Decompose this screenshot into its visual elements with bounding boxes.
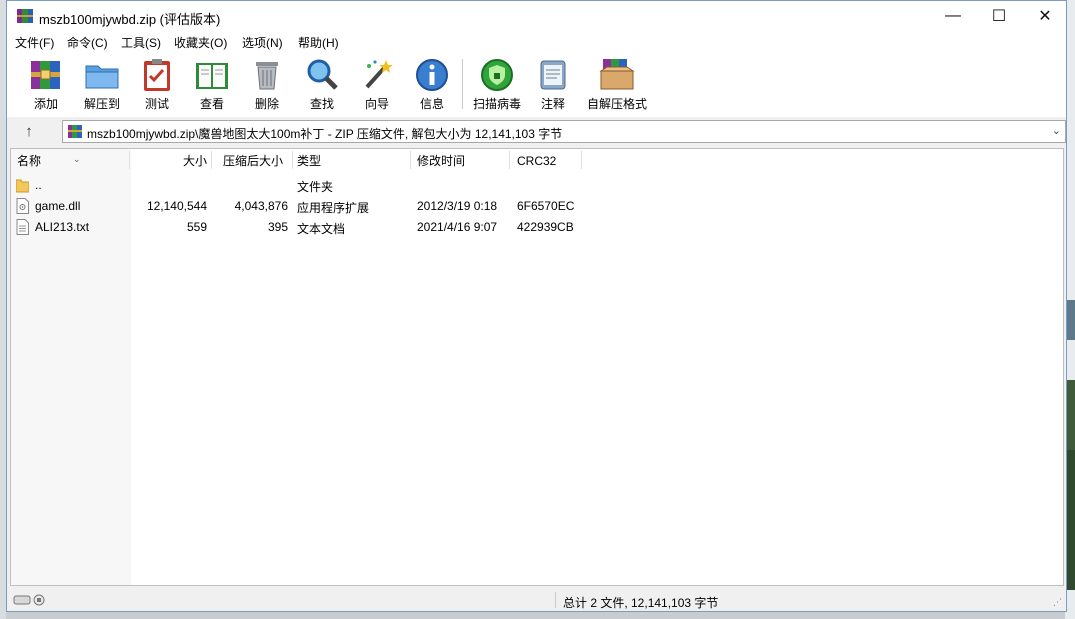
archive-icon	[68, 125, 82, 138]
file-type: 应用程序扩展	[297, 201, 370, 215]
winrar-app-icon	[17, 9, 33, 23]
file-row-parent[interactable]: .. 文件夹	[11, 175, 1063, 196]
file-type: 文本文档	[297, 222, 346, 236]
menu-bar: 文件(F) 命令(C) 工具(S) 收藏夹(O) 选项(N) 帮助(H)	[7, 31, 1066, 51]
address-path: mszb100mjywbd.zip\魔兽地图太大100m补丁 - ZIP 压缩文…	[87, 127, 563, 141]
header-separator[interactable]	[410, 151, 411, 169]
comment-label: 注释	[540, 97, 565, 111]
file-row-ali213-txt[interactable]: ALI213.txt 559 395 文本文档 2021/4/16 9:07 4…	[11, 217, 1063, 238]
file-crc: 6F6570EC	[517, 199, 575, 213]
close-button[interactable]: ✕	[1022, 1, 1068, 31]
test-button[interactable]: 测试	[131, 55, 183, 113]
info-icon	[416, 59, 448, 91]
add-button[interactable]: 添加	[20, 55, 72, 113]
find-magnifier-icon	[307, 59, 338, 90]
info-button[interactable]: 信息	[406, 55, 458, 113]
maximize-button[interactable]: ☐	[976, 1, 1022, 31]
column-header-type[interactable]: 类型	[297, 149, 407, 171]
file-packed-size: 4,043,876	[234, 199, 288, 213]
extract-to-button[interactable]: 解压到	[76, 55, 128, 113]
drive-status-icon	[13, 594, 45, 606]
sfx-button[interactable]: 自解压格式	[587, 55, 647, 113]
status-summary: 总计 2 文件, 12,141,103 字节	[563, 596, 719, 610]
toolbar-separator	[462, 59, 463, 109]
up-folder-button[interactable]: ↑	[17, 122, 41, 142]
comment-icon	[540, 60, 566, 90]
file-name: game.dll	[35, 199, 81, 213]
column-header-crc[interactable]: CRC32	[517, 149, 581, 171]
virus-scan-label: 扫描病毒	[472, 97, 521, 111]
wizard-wand-icon	[365, 60, 393, 89]
sfx-label: 自解压格式	[586, 97, 647, 111]
file-name: ALI213.txt	[35, 220, 90, 234]
address-dropdown-icon[interactable]: ⌄	[1052, 124, 1061, 137]
file-modified: 2012/3/19 0:18	[417, 199, 498, 213]
column-header-size[interactable]: 大小	[131, 149, 207, 171]
header-separator[interactable]	[211, 151, 212, 169]
file-type: 文件夹	[297, 180, 334, 194]
resize-grip-icon[interactable]: ⋰	[1053, 597, 1062, 608]
file-row-game-dll[interactable]: game.dll 12,140,544 4,043,876 应用程序扩展 201…	[11, 196, 1063, 217]
header-separator[interactable]	[292, 151, 293, 169]
status-bar: 总计 2 文件, 12,141,103 字节 ⋰	[7, 589, 1066, 611]
delete-trash-icon	[256, 62, 278, 90]
menu-file[interactable]: 文件(F)	[15, 34, 54, 51]
file-packed-size: 395	[267, 220, 288, 234]
window-title: mszb100mjywbd.zip (评估版本)	[39, 12, 221, 27]
status-separator	[555, 592, 556, 608]
address-bar: ↑ mszb100mjywbd.zip\魔兽地图太大100m补丁 - ZIP 压…	[7, 117, 1066, 147]
minimize-button[interactable]: —	[930, 1, 976, 31]
file-list: 名称 ⌄ 大小 压缩后大小 类型 修改时间 CRC32 .. 文件夹 game.…	[10, 148, 1064, 586]
file-modified: 2021/4/16 9:07	[417, 220, 498, 234]
menu-tools[interactable]: 工具(S)	[121, 34, 161, 51]
test-clipboard-icon	[144, 59, 170, 91]
column-header-packed[interactable]: 压缩后大小	[223, 149, 293, 171]
text-file-icon	[16, 219, 29, 235]
info-label: 信息	[419, 97, 444, 111]
view-book-icon	[196, 63, 228, 89]
add-label: 添加	[33, 97, 58, 111]
sort-arrow-icon: ⌄	[73, 154, 81, 164]
virus-scan-icon	[481, 59, 513, 91]
comment-button[interactable]: 注释	[527, 55, 579, 113]
extract-to-folder-icon	[85, 65, 119, 89]
file-size: 12,140,544	[146, 199, 207, 213]
menu-options[interactable]: 选项(N)	[242, 34, 283, 51]
column-header-name[interactable]: 名称 ⌄	[17, 149, 127, 171]
delete-button[interactable]: 删除	[241, 55, 293, 113]
virus-scan-button[interactable]: 扫描病毒	[471, 55, 523, 113]
header-separator[interactable]	[581, 151, 582, 169]
file-size: 559	[186, 220, 207, 234]
view-button[interactable]: 查看	[186, 55, 238, 113]
header-separator[interactable]	[509, 151, 510, 169]
find-button[interactable]: 查找	[296, 55, 348, 113]
file-name: ..	[35, 178, 42, 192]
dll-file-icon	[16, 198, 29, 214]
winrar-window: mszb100mjywbd.zip (评估版本) — ☐ ✕ 文件(F) 命令(…	[6, 0, 1067, 612]
menu-help[interactable]: 帮助(H)	[298, 34, 339, 51]
column-header-name-label: 名称	[17, 154, 42, 168]
menu-favorites[interactable]: 收藏夹(O)	[174, 34, 227, 51]
header-separator[interactable]	[129, 151, 130, 169]
folder-icon	[16, 179, 29, 193]
add-archive-icon	[31, 61, 60, 89]
address-field[interactable]: mszb100mjywbd.zip\魔兽地图太大100m补丁 - ZIP 压缩文…	[62, 120, 1066, 143]
sfx-box-icon	[599, 59, 635, 90]
menu-commands[interactable]: 命令(C)	[67, 34, 108, 51]
toolbar: 添加 解压到 测试 查看 删除 查找 向导 信息 扫描病毒 注释 自解压格式	[7, 51, 1066, 118]
column-header-modified[interactable]: 修改时间	[417, 149, 507, 171]
title-bar: mszb100mjywbd.zip (评估版本) — ☐ ✕	[7, 1, 1066, 31]
wizard-button[interactable]: 向导	[351, 55, 403, 113]
file-crc: 422939CB	[517, 220, 574, 234]
